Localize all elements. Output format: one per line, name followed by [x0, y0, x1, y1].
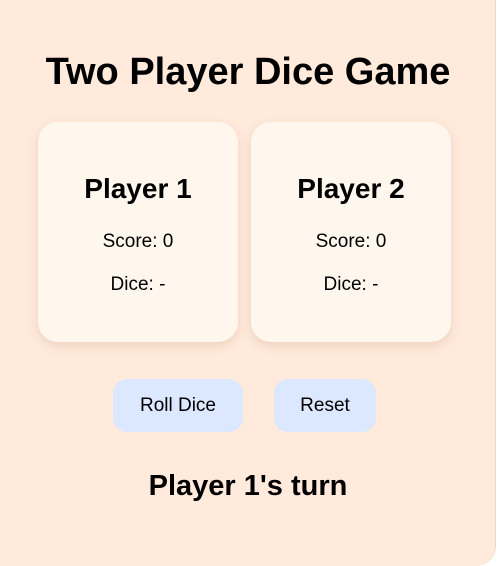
player-2-card: Player 2 Score: 0 Dice: - [251, 122, 451, 342]
player-1-dice: Dice: - [110, 274, 166, 295]
player-1-score: Score: 0 [102, 231, 174, 252]
player-2-dice: Dice: - [323, 274, 379, 295]
game-panel: Two Player Dice Game Player 1 Score: 0 D… [0, 0, 496, 566]
player-1-name: Player 1 [84, 173, 192, 204]
turn-status: Player 1's turn [148, 470, 348, 502]
reset-button[interactable]: Reset [274, 379, 376, 432]
player-1-card: Player 1 Score: 0 Dice: - [38, 122, 238, 342]
player-2-score: Score: 0 [315, 231, 387, 252]
player-2-name: Player 2 [297, 173, 405, 204]
page-title: Two Player Dice Game [45, 51, 451, 93]
roll-dice-button[interactable]: Roll Dice [113, 379, 243, 432]
